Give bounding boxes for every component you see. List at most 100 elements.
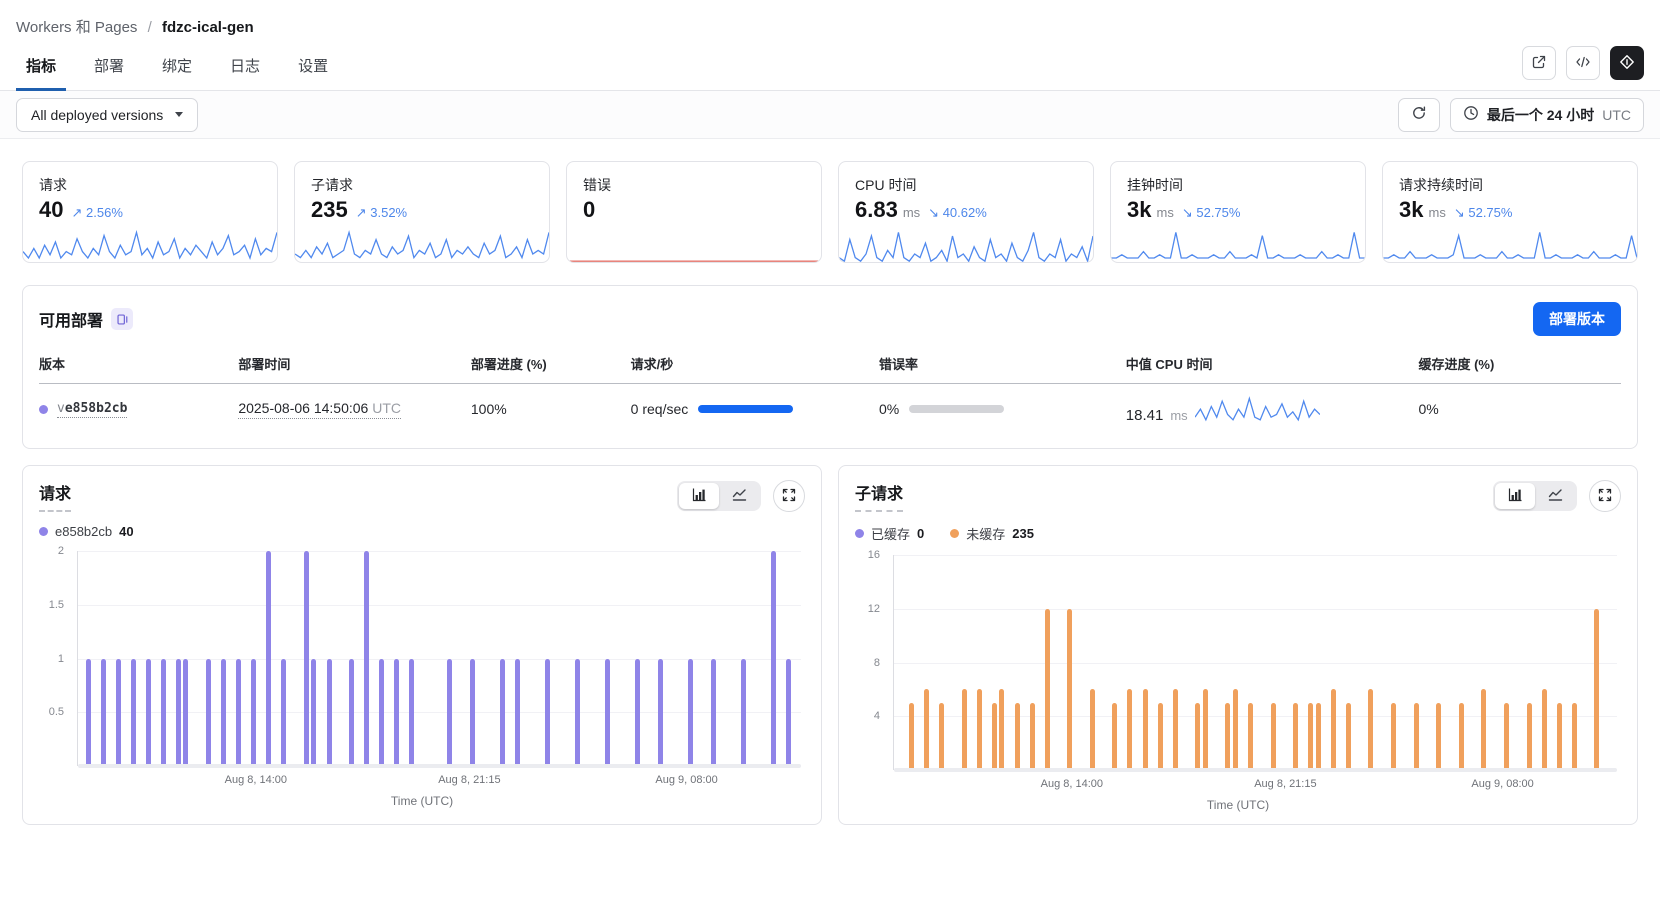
deploy-timestamp[interactable]: 2025-08-06 14:50:06 UTC — [238, 400, 401, 419]
chart-bar — [161, 659, 166, 767]
deployed-versions-label: All deployed versions — [31, 107, 163, 123]
cache-progress-value: 0% — [1418, 401, 1621, 417]
median-cpu-sparkline — [1195, 394, 1320, 424]
tab-bindings[interactable]: 绑定 — [152, 43, 202, 91]
bar-view-button[interactable] — [679, 483, 719, 509]
filter-toolbar: All deployed versions 最后一个 24 小时 UTC — [0, 91, 1660, 139]
chart-bar — [327, 659, 332, 767]
chart-bar — [1173, 689, 1178, 770]
expand-chart-button[interactable] — [1589, 480, 1621, 512]
chart-legend: 已缓存 0 未缓存 235 — [855, 524, 1621, 543]
chart-bar — [658, 659, 663, 767]
caret-down-icon — [175, 112, 183, 117]
line-chart-icon — [1548, 487, 1563, 505]
refresh-button[interactable] — [1398, 98, 1440, 132]
metric-label: 错误 — [583, 175, 805, 195]
chart-bar — [939, 703, 944, 770]
chart-bar — [101, 659, 106, 767]
table-row: ve858b2cb 2025-08-06 14:50:06 UTC 100% 0… — [39, 384, 1621, 428]
version-dot — [39, 405, 48, 414]
chart-bar — [711, 659, 716, 767]
chart-bar — [1436, 703, 1441, 770]
breadcrumb-parent[interactable]: Workers 和 Pages — [16, 19, 137, 36]
line-view-button[interactable] — [719, 483, 759, 509]
metric-card-errors: 错误 0 — [566, 161, 822, 263]
open-external-button[interactable] — [1522, 46, 1556, 80]
bar-chart-icon — [692, 487, 707, 505]
metric-unit: ms — [903, 205, 920, 220]
chart-bar — [575, 659, 580, 767]
refresh-icon — [1411, 105, 1427, 124]
chart-bar — [379, 659, 384, 767]
metric-unit: ms — [1428, 205, 1445, 220]
chart-bar — [1143, 689, 1148, 770]
legend-item[interactable]: e858b2cb 40 — [39, 524, 134, 539]
metric-value: 6.83 — [855, 197, 898, 223]
gridline — [894, 555, 1617, 556]
line-chart-icon — [732, 487, 747, 505]
open-external-icon — [1531, 54, 1547, 73]
trend-down-icon: ↘ — [1454, 205, 1465, 220]
legend-item-uncached[interactable]: 未缓存 235 — [950, 524, 1034, 543]
legend-dot — [950, 529, 959, 538]
chart-bar — [1557, 703, 1562, 770]
requests-chart-panel: 请求 — [22, 465, 822, 825]
metric-value: 3k — [1127, 197, 1151, 223]
chart-bar — [741, 659, 746, 767]
plot-area — [77, 551, 801, 766]
chart-bar — [1158, 703, 1163, 770]
metric-value: 3k — [1399, 197, 1423, 223]
deployed-versions-dropdown[interactable]: All deployed versions — [16, 98, 198, 132]
table-header: 版本 部署时间 部署进度 (%) 请求/秒 错误率 中值 CPU 时间 缓存进度… — [39, 338, 1621, 384]
chart-bar — [206, 659, 211, 767]
chart-bar — [447, 659, 452, 767]
tab-logs[interactable]: 日志 — [220, 43, 270, 91]
metric-card-requests: 请求 40 ↗ 2.56% — [22, 161, 278, 263]
available-deployments-panel: 可用部署 部署版本 版本 部署时间 部署进度 (%) 请求/秒 错误率 中值 C… — [22, 285, 1638, 449]
y-tick-label: 2 — [58, 545, 64, 557]
metric-label: 子请求 — [311, 175, 533, 195]
expand-icon — [782, 488, 796, 505]
line-view-button[interactable] — [1535, 483, 1575, 509]
gridline — [894, 609, 1617, 610]
bar-view-button[interactable] — [1495, 483, 1535, 509]
chart-bar — [116, 659, 121, 767]
chart-bar — [1391, 703, 1396, 770]
deploy-version-button[interactable]: 部署版本 — [1533, 302, 1621, 336]
y-tick-label: 16 — [868, 549, 880, 561]
chart-bar — [688, 659, 693, 767]
metric-value: 40 — [39, 197, 63, 223]
y-tick-label: 1 — [58, 653, 64, 665]
tab-metrics[interactable]: 指标 — [16, 43, 66, 91]
y-tick-label: 8 — [874, 657, 880, 669]
col-deploy-time: 部署时间 — [238, 354, 471, 373]
chart-bar — [394, 659, 399, 767]
version-link[interactable]: ve858b2cb — [57, 401, 127, 418]
gridline — [78, 605, 801, 606]
expand-chart-button[interactable] — [773, 480, 805, 512]
chart-bar — [1233, 689, 1238, 770]
tab-deployments[interactable]: 部署 — [84, 43, 134, 91]
chart-bar — [962, 689, 967, 770]
chart-title: 请求 — [39, 480, 71, 512]
deployments-badge-icon[interactable] — [111, 308, 133, 330]
chart-bar — [1067, 609, 1072, 770]
metric-card-subrequests: 子请求 235 ↗ 3.52% — [294, 161, 550, 263]
chart-bar — [86, 659, 91, 767]
metric-unit: ms — [1156, 205, 1173, 220]
sparkline — [567, 227, 821, 263]
sparkline — [23, 227, 277, 263]
chart-bar — [311, 659, 316, 767]
time-range-button[interactable]: 最后一个 24 小时 UTC — [1450, 98, 1644, 132]
y-tick-label: 12 — [868, 603, 880, 615]
chart-bar — [221, 659, 226, 767]
col-deploy-progress: 部署进度 (%) — [471, 354, 631, 373]
legend-item-cached[interactable]: 已缓存 0 — [855, 524, 924, 543]
chart-bar — [1308, 703, 1313, 770]
workers-logo-button[interactable] — [1610, 46, 1644, 80]
code-button[interactable] — [1566, 46, 1600, 80]
trend-down-icon: ↘ — [928, 205, 939, 220]
tab-settings[interactable]: 设置 — [288, 43, 338, 91]
chart-bar — [515, 659, 520, 767]
col-version: 版本 — [39, 354, 238, 373]
